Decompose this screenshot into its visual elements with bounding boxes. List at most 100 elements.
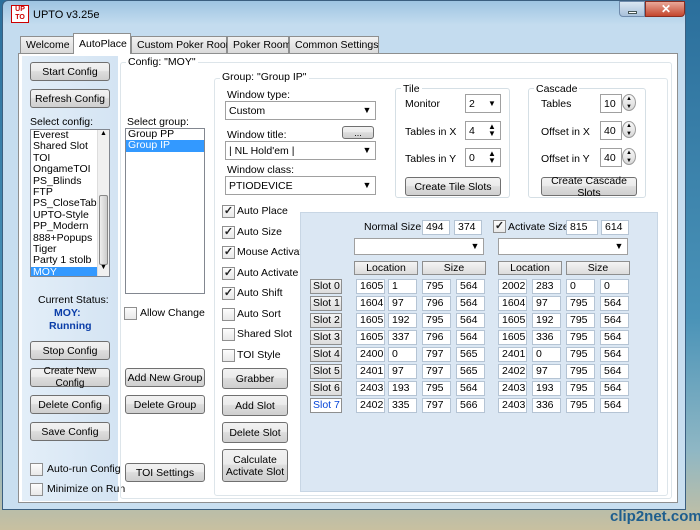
slot-value-field[interactable]: 564 — [600, 296, 629, 311]
activate-height-field[interactable]: 614 — [601, 220, 629, 235]
delete-group-button[interactable]: Delete Group — [125, 395, 205, 414]
option-checkbox[interactable]: ✓ — [222, 287, 235, 300]
slot-value-field[interactable]: 2002 — [498, 279, 527, 294]
slot-value-field[interactable]: 193 — [532, 381, 561, 396]
slot-value-field[interactable]: 564 — [456, 330, 485, 345]
window-title-browse-button[interactable]: ... — [342, 126, 374, 139]
slot-value-field[interactable]: 564 — [600, 381, 629, 396]
scroll-up-icon[interactable]: ▲ — [98, 130, 109, 142]
stepper-icon[interactable]: ▲ ▼ — [622, 148, 636, 165]
slot-value-field[interactable]: 795 — [422, 381, 451, 396]
allow-change-checkbox[interactable] — [124, 307, 137, 320]
option-checkbox[interactable] — [222, 348, 235, 362]
slot-value-field[interactable]: 797 — [422, 398, 451, 413]
slot-value-field[interactable]: 795 — [566, 313, 595, 328]
slot-value-field[interactable]: 336 — [532, 398, 561, 413]
window-title-select[interactable]: | NL Hold'em | ▼ — [225, 141, 376, 160]
tab-autoplace[interactable]: AutoPlace — [73, 33, 131, 54]
activate-preset-select[interactable]: ▼ — [498, 238, 628, 255]
slot-button[interactable]: Slot 5 — [310, 364, 342, 379]
slot-button[interactable]: Slot 6 — [310, 381, 342, 396]
slot-button[interactable]: Slot 2 — [310, 313, 342, 328]
slot-value-field[interactable]: 564 — [600, 347, 629, 362]
window-type-select[interactable]: Custom ▼ — [225, 101, 376, 120]
slot-value-field[interactable]: 795 — [566, 347, 595, 362]
slot-value-field[interactable]: 1605 — [498, 313, 527, 328]
stepper-icon[interactable]: ▲ ▼ — [622, 94, 636, 111]
slot-value-field[interactable]: 2400 — [356, 347, 385, 362]
slot-value-field[interactable]: 797 — [422, 347, 451, 362]
slot-value-field[interactable]: 795 — [422, 313, 451, 328]
slot-value-field[interactable]: 564 — [600, 330, 629, 345]
minimize-on-run-checkbox[interactable] — [30, 483, 43, 496]
slot-value-field[interactable]: 1605 — [356, 313, 385, 328]
slot-value-field[interactable]: 564 — [456, 381, 485, 396]
slot-value-field[interactable]: 2402 — [356, 398, 385, 413]
slot-value-field[interactable]: 192 — [532, 313, 561, 328]
minimize-button[interactable] — [619, 1, 645, 17]
slot-value-field[interactable]: 564 — [456, 313, 485, 328]
stop-config-button[interactable]: Stop Config — [30, 341, 110, 360]
slot-value-field[interactable]: 564 — [600, 398, 629, 413]
slot-value-field[interactable]: 564 — [600, 364, 629, 379]
slot-value-field[interactable]: 564 — [600, 313, 629, 328]
stepper-icon[interactable]: ▲ ▼ — [622, 121, 636, 138]
slot-value-field[interactable]: 795 — [566, 296, 595, 311]
group-list[interactable]: Group PP Group IP — [125, 128, 205, 294]
save-config-button[interactable]: Save Config — [30, 422, 110, 441]
close-button[interactable]: ✕ — [645, 1, 685, 17]
offset-y-stepper[interactable]: 40 — [600, 148, 622, 167]
slot-value-field[interactable]: 564 — [456, 296, 485, 311]
slot-value-field[interactable]: 335 — [388, 398, 417, 413]
activate-width-field[interactable]: 815 — [566, 220, 598, 235]
slot-value-field[interactable]: 795 — [422, 279, 451, 294]
slot-value-field[interactable]: 192 — [388, 313, 417, 328]
slot-button[interactable]: Slot 3 — [310, 330, 342, 345]
option-checkbox[interactable]: ✓ — [222, 246, 235, 259]
stepper-icon[interactable]: ▲ ▼ — [485, 123, 499, 138]
calculate-activate-slot-button[interactable]: Calculate Activate Slot — [222, 449, 288, 482]
tables-x-stepper[interactable]: 4 ▲ ▼ — [465, 121, 501, 140]
normal-preset-select[interactable]: ▼ — [354, 238, 484, 255]
slot-value-field[interactable]: 795 — [566, 381, 595, 396]
slot-value-field[interactable]: 796 — [422, 330, 451, 345]
cascade-tables-stepper[interactable]: 10 — [600, 94, 622, 113]
autorun-config-checkbox[interactable] — [30, 463, 43, 476]
create-cascade-slots-button[interactable]: Create Cascade Slots — [541, 175, 637, 199]
config-list-scrollbar[interactable]: ▲ ▼ — [97, 130, 109, 276]
slot-value-field[interactable]: 2401 — [498, 347, 527, 362]
slot-value-field[interactable]: 2402 — [498, 364, 527, 379]
slot-value-field[interactable]: 795 — [566, 398, 595, 413]
slot-value-field[interactable]: 1605 — [356, 279, 385, 294]
slot-value-field[interactable]: 283 — [532, 279, 561, 294]
list-item[interactable]: Group IP — [126, 139, 204, 152]
slot-button[interactable]: Slot 7 — [310, 398, 342, 413]
slot-value-field[interactable]: 336 — [532, 330, 561, 345]
slot-value-field[interactable]: 193 — [388, 381, 417, 396]
slot-button[interactable]: Slot 0 — [310, 279, 342, 294]
normal-width-field[interactable]: 494 — [422, 220, 450, 235]
slot-value-field[interactable]: 795 — [566, 364, 595, 379]
slot-value-field[interactable]: 1605 — [356, 330, 385, 345]
tab-common-settings[interactable]: Common Settings — [289, 36, 379, 53]
toi-settings-button[interactable]: TOI Settings — [125, 463, 205, 482]
slot-value-field[interactable]: 0 — [388, 347, 417, 362]
monitor-select[interactable]: 2 ▼ — [465, 94, 501, 113]
slot-value-field[interactable]: 1 — [388, 279, 417, 294]
config-list[interactable]: Everest Shared Slot TOI OngameTOI PS_Blinds F… — [30, 129, 110, 277]
create-new-config-button[interactable]: Create New Config — [30, 366, 110, 389]
create-tile-slots-button[interactable]: Create Tile Slots — [405, 177, 501, 196]
slot-value-field[interactable]: 97 — [532, 296, 561, 311]
slot-value-field[interactable]: 97 — [388, 364, 417, 379]
slot-value-field[interactable]: 1605 — [498, 330, 527, 345]
slot-value-field[interactable]: 796 — [422, 296, 451, 311]
window-class-select[interactable]: PTIODEVICE ▼ — [225, 176, 376, 195]
slot-value-field[interactable]: 337 — [388, 330, 417, 345]
slot-value-field[interactable]: 566 — [456, 398, 485, 413]
slot-value-field[interactable]: 795 — [566, 330, 595, 345]
add-slot-button[interactable]: Add Slot — [222, 395, 288, 416]
option-checkbox[interactable]: ✓ — [222, 205, 235, 218]
normal-height-field[interactable]: 374 — [454, 220, 482, 235]
slot-value-field[interactable]: 2401 — [356, 364, 385, 379]
option-checkbox[interactable]: ✓ — [222, 225, 235, 239]
